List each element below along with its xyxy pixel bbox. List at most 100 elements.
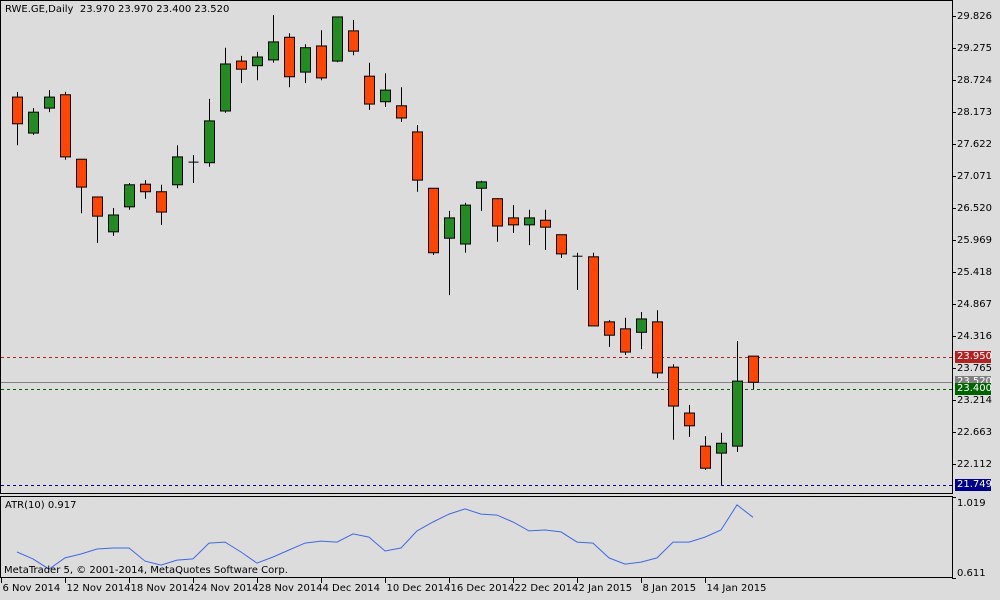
candle bbox=[12, 91, 23, 146]
candle-body-bull bbox=[524, 217, 535, 226]
candle-body-bear bbox=[156, 191, 167, 213]
price-chart[interactable] bbox=[0, 0, 1000, 600]
candle bbox=[540, 209, 551, 250]
atr-name: ATR(10) bbox=[5, 500, 45, 511]
atr-axis-top: 1.019 bbox=[957, 498, 986, 509]
candle-body-bear bbox=[508, 217, 519, 226]
candle bbox=[524, 209, 535, 246]
x-tick-label: 8 Jan 2015 bbox=[642, 583, 697, 594]
candle bbox=[700, 436, 711, 470]
low-line-label: 21.749 bbox=[955, 479, 992, 491]
candle bbox=[636, 311, 647, 350]
candle bbox=[460, 202, 471, 253]
candle bbox=[124, 183, 135, 210]
candle-body-bear bbox=[76, 158, 87, 188]
candle bbox=[108, 208, 119, 236]
y-tick-label: 25.969 bbox=[957, 234, 992, 246]
candle bbox=[300, 44, 311, 84]
candle-body-bull bbox=[380, 89, 391, 103]
candle-body-bull bbox=[124, 184, 135, 208]
x-tick-label: 6 Nov 2014 bbox=[2, 583, 61, 594]
candle-body-bull bbox=[444, 217, 455, 239]
candle bbox=[380, 73, 391, 107]
x-tick-label: 12 Nov 2014 bbox=[66, 583, 131, 594]
candle bbox=[476, 180, 487, 211]
y-tick-label: 29.275 bbox=[957, 42, 992, 54]
y-tick-label: 22.112 bbox=[957, 458, 992, 470]
y-tick-label: 22.663 bbox=[957, 426, 992, 438]
candle bbox=[508, 205, 519, 233]
candle bbox=[172, 145, 183, 189]
candle-body-bear bbox=[412, 131, 423, 181]
candle bbox=[684, 404, 695, 437]
candle-body-bear bbox=[684, 412, 695, 427]
candle-body-bear bbox=[236, 60, 247, 70]
candle-body-bear bbox=[92, 196, 103, 217]
candle bbox=[284, 33, 295, 88]
y-tick-label: 27.071 bbox=[957, 170, 992, 182]
candle bbox=[444, 210, 455, 296]
candle bbox=[268, 15, 279, 63]
candle bbox=[76, 158, 87, 214]
candle bbox=[428, 187, 439, 256]
x-tick-label: 14 Jan 2015 bbox=[706, 583, 767, 594]
candle bbox=[204, 98, 215, 167]
y-tick-label: 28.173 bbox=[957, 106, 992, 118]
candle bbox=[716, 432, 727, 486]
candle-body-bull bbox=[220, 63, 231, 112]
candle-body-bear bbox=[316, 45, 327, 79]
candle bbox=[588, 252, 599, 327]
candle-body-bear bbox=[492, 198, 503, 227]
bid-line-label: 23.400 bbox=[955, 383, 992, 395]
candle-body-bear bbox=[12, 96, 23, 125]
candle bbox=[604, 320, 615, 347]
main-panel-frame bbox=[0, 0, 953, 494]
candle-body-bull bbox=[636, 318, 647, 333]
candle-body-bull bbox=[108, 214, 119, 233]
candle bbox=[140, 180, 151, 199]
candle-body-bull bbox=[716, 442, 727, 454]
candle-body-bull bbox=[172, 156, 183, 186]
candle-body-bull bbox=[28, 111, 39, 134]
candle-body-bull bbox=[300, 47, 311, 73]
candle bbox=[332, 16, 343, 63]
close-value: 23.520 bbox=[194, 4, 230, 15]
candle-body-bear bbox=[428, 187, 439, 254]
candle bbox=[556, 234, 567, 258]
candle-body-bull bbox=[332, 16, 343, 62]
y-tick-label: 28.724 bbox=[957, 74, 992, 86]
copyright-text: MetaTrader 5, © 2001-2014, MetaQuotes So… bbox=[4, 565, 288, 576]
y-tick-label: 27.622 bbox=[957, 138, 992, 150]
candle bbox=[348, 19, 359, 56]
candle bbox=[620, 317, 631, 355]
high-value: 23.970 bbox=[118, 4, 154, 15]
x-tick-label: 28 Nov 2014 bbox=[258, 583, 323, 594]
open-value: 23.970 bbox=[79, 4, 115, 15]
candle-body-bear bbox=[348, 30, 359, 52]
candle-body-bull bbox=[732, 380, 743, 447]
symbol-label: RWE.GE,Daily bbox=[5, 4, 74, 15]
candle-body-bear bbox=[588, 256, 599, 327]
candle bbox=[412, 124, 423, 192]
y-tick-label: 29.826 bbox=[957, 10, 992, 22]
candle-body-bear bbox=[60, 94, 71, 158]
x-tick-label: 18 Nov 2014 bbox=[130, 583, 195, 594]
atr-value: 0.917 bbox=[47, 500, 77, 511]
candle-body-bear bbox=[364, 75, 375, 105]
candle-body-bear bbox=[540, 219, 551, 228]
candle bbox=[652, 310, 663, 379]
atr-header: ATR(10) 0.917 bbox=[5, 500, 76, 512]
candle-body-bear bbox=[140, 183, 151, 193]
candle-body-bear bbox=[700, 445, 711, 469]
candle-body-bear bbox=[284, 36, 295, 78]
candle bbox=[156, 184, 167, 225]
candle-body-bull bbox=[44, 96, 55, 109]
y-tick-label: 23.214 bbox=[957, 394, 992, 406]
x-tick-label: 22 Dec 2014 bbox=[514, 583, 579, 594]
candle-body-bear bbox=[396, 105, 407, 119]
y-tick-label: 24.316 bbox=[957, 330, 992, 342]
candle-body-bear bbox=[604, 321, 615, 336]
candle-body-bull bbox=[476, 181, 487, 189]
x-tick-label: 16 Dec 2014 bbox=[450, 583, 515, 594]
candle bbox=[188, 155, 199, 184]
